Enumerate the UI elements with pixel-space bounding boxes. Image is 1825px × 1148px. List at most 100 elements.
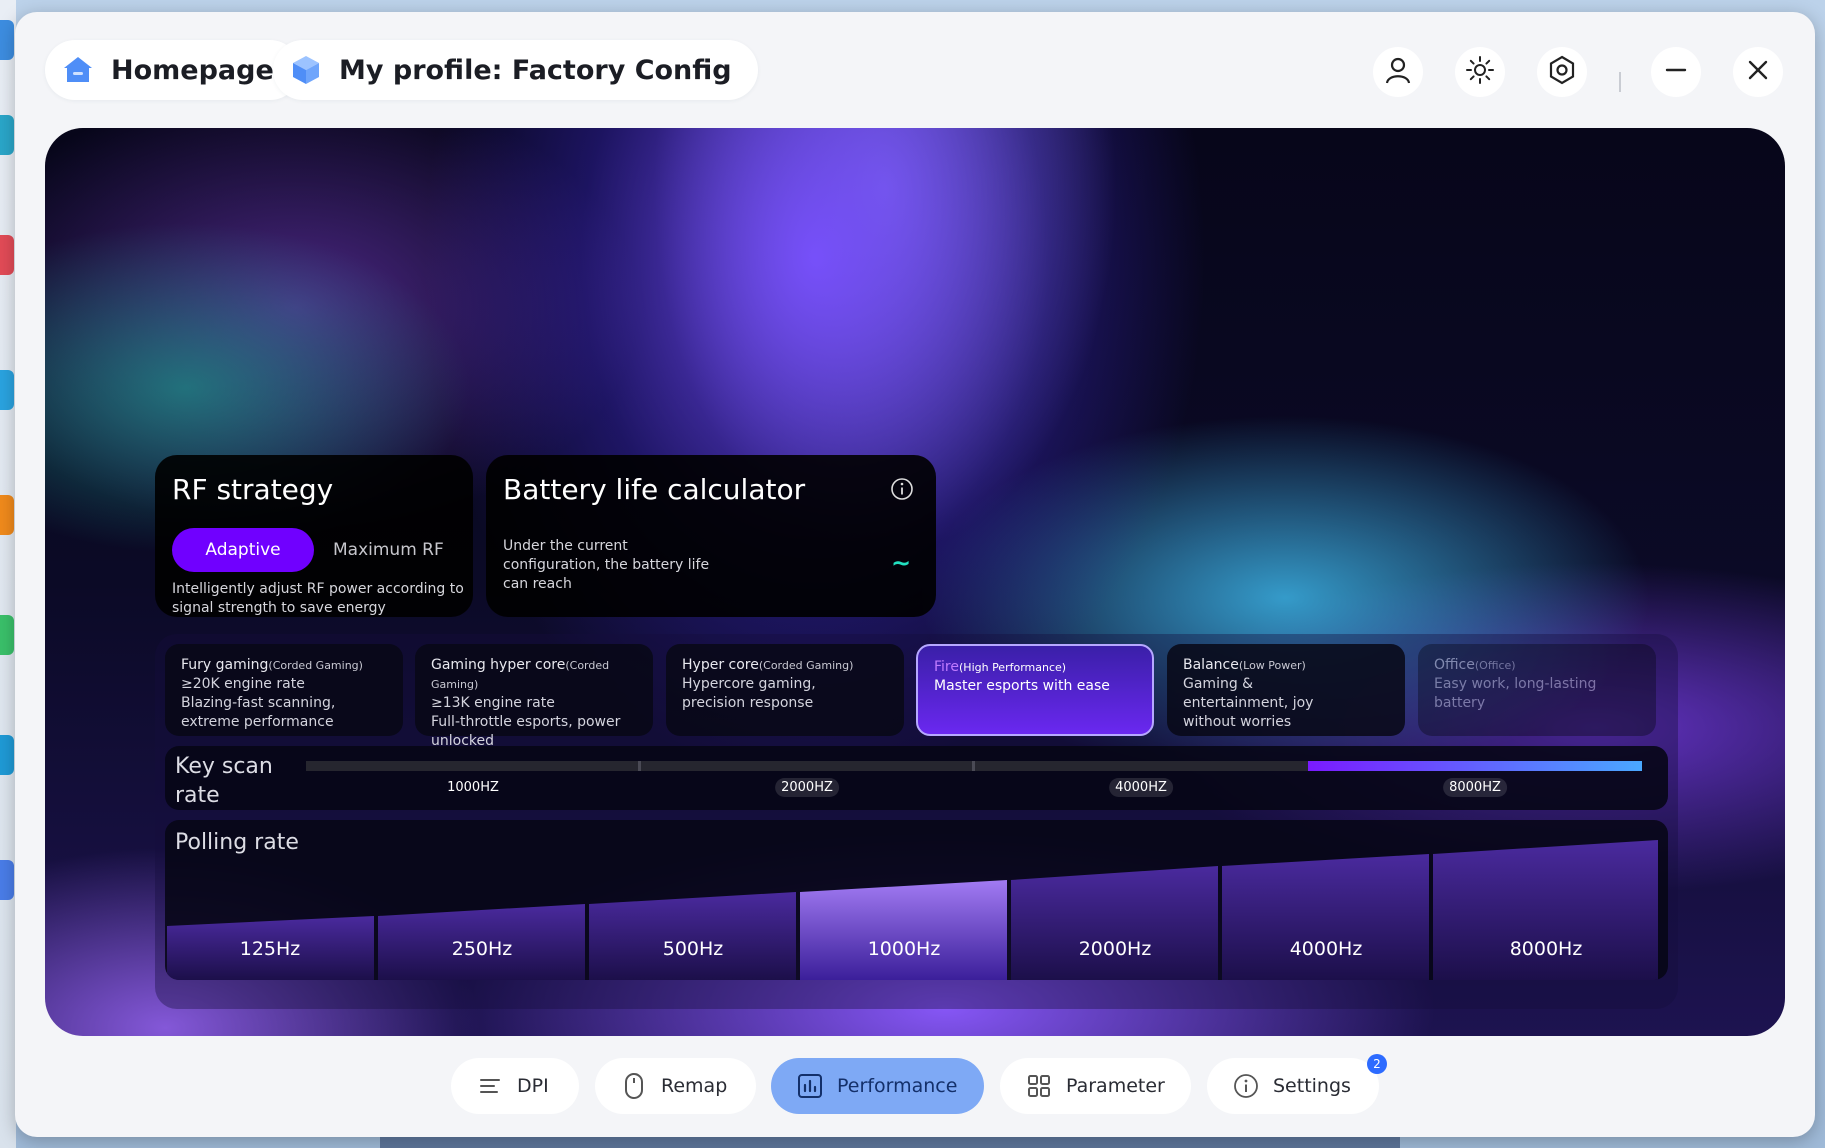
desktop-app-icon[interactable]	[0, 735, 14, 775]
mode-card-balance[interactable]: Balance(Low Power) Gaming & entertainmen…	[1167, 644, 1405, 736]
desktop-app-icon[interactable]	[0, 495, 14, 535]
nav-remap-label: Remap	[661, 1075, 728, 1097]
user-icon	[1383, 55, 1413, 89]
performance-hero-panel: RF strategy Adaptive Maximum RF Intellig…	[45, 128, 1785, 1036]
rf-strategy-description: Intelligently adjust RF power according …	[172, 581, 464, 616]
mode-line: Gaming & entertainment, joy without worr…	[1183, 676, 1314, 730]
battery-value: ~	[891, 549, 912, 577]
scan-option-2000hz[interactable]: 2000HZ	[775, 778, 839, 797]
rf-strategy-title: RF strategy	[172, 473, 334, 506]
battery-calculator-card: Battery life calculator Under the curren…	[486, 455, 936, 617]
grid-icon	[1026, 1073, 1052, 1099]
nav-dpi-label: DPI	[517, 1075, 549, 1097]
close-icon	[1745, 57, 1771, 87]
taskbar-edge	[380, 1137, 1400, 1148]
minimize-button[interactable]	[1651, 47, 1701, 97]
minimize-icon	[1663, 57, 1689, 87]
desktop-app-icon[interactable]	[0, 115, 14, 155]
account-button[interactable]	[1373, 47, 1423, 97]
mode-line: Blazing-fast scanning, extreme performan…	[181, 695, 336, 730]
mode-name: Office	[1434, 657, 1475, 673]
performance-chart-icon	[797, 1073, 823, 1099]
mode-name: Balance	[1183, 657, 1239, 673]
nav-settings-label: Settings	[1273, 1075, 1351, 1097]
mode-name: Hyper core	[682, 657, 759, 673]
polling-rate-option[interactable]: 250Hz	[452, 938, 513, 960]
info-circle-icon	[1233, 1073, 1259, 1099]
cube-icon	[287, 51, 325, 89]
nav-remap[interactable]: Remap	[595, 1058, 756, 1114]
scan-option-4000hz[interactable]: 4000HZ	[1109, 778, 1173, 797]
mode-line: ≥13K engine rate	[431, 695, 555, 711]
polling-rate-labels: 125Hz 250Hz 500Hz 1000Hz 2000Hz 4000Hz 8…	[165, 938, 1668, 968]
device-settings-button[interactable]	[1537, 47, 1587, 97]
desktop-app-icon[interactable]	[0, 615, 14, 655]
mode-note: (Low Power)	[1238, 659, 1306, 672]
desktop-app-icon[interactable]	[0, 370, 14, 410]
bottom-navigation: DPI Remap Performance Parameter Settings…	[15, 1054, 1815, 1118]
nav-performance-label: Performance	[837, 1075, 958, 1097]
profile-label: My profile: Factory Config	[339, 54, 732, 86]
mode-card-office: Office(Office) Easy work, long-lasting b…	[1418, 644, 1656, 736]
settings-notification-badge: 2	[1367, 1054, 1387, 1074]
mode-name: Fire	[934, 659, 959, 675]
rf-strategy-card: RF strategy Adaptive Maximum RF Intellig…	[155, 455, 473, 617]
home-icon	[59, 51, 97, 89]
polling-rate-option[interactable]: 500Hz	[663, 938, 724, 960]
mode-line: Easy work, long-lasting battery	[1434, 676, 1597, 711]
mode-card-fire[interactable]: Fire(High Performance) Master esports wi…	[916, 644, 1154, 736]
mode-note: (Office)	[1474, 659, 1516, 672]
mode-card-hyper-core[interactable]: Hyper core(Corded Gaming) Hypercore gami…	[666, 644, 904, 736]
mode-name: Gaming hyper core	[431, 657, 566, 673]
mode-card-fury-gaming[interactable]: Fury gaming(Corded Gaming) ≥20K engine r…	[165, 644, 403, 736]
nav-settings[interactable]: Settings	[1207, 1058, 1379, 1114]
app-window: Homepage My profile: Factory Config RF s…	[15, 12, 1815, 1137]
key-scan-rate-fill	[1308, 761, 1642, 771]
profile-selector[interactable]: My profile: Factory Config	[273, 40, 758, 100]
mode-note: (Corded Gaming)	[758, 659, 854, 672]
mode-note: (High Performance)	[959, 661, 1067, 674]
dpi-icon	[477, 1073, 503, 1099]
polling-rate-control: Polling rate 125Hz 250Hz 500Hz 1000Hz 20…	[165, 820, 1668, 980]
key-scan-rate-track[interactable]	[306, 761, 1642, 771]
mode-card-gaming-hyper-core[interactable]: Gaming hyper core(Corded Gaming) ≥13K en…	[415, 644, 653, 749]
nav-performance[interactable]: Performance	[771, 1058, 984, 1114]
desktop-app-icon[interactable]	[0, 860, 14, 900]
scan-tick	[972, 761, 975, 771]
hexagon-settings-icon	[1547, 55, 1577, 89]
desktop-app-icon[interactable]	[0, 235, 14, 275]
homepage-button[interactable]: Homepage	[45, 40, 300, 100]
polling-rate-option[interactable]: 4000Hz	[1290, 938, 1363, 960]
battery-description: Under the current configuration, the bat…	[503, 538, 710, 592]
desktop-app-icon[interactable]	[0, 20, 14, 60]
scan-option-8000hz[interactable]: 8000HZ	[1443, 778, 1507, 797]
battery-calculator-title: Battery life calculator	[503, 473, 806, 506]
mode-line: Master esports with ease	[934, 678, 1110, 694]
mouse-icon	[621, 1073, 647, 1099]
brightness-button[interactable]	[1455, 47, 1505, 97]
homepage-label: Homepage	[111, 54, 274, 86]
nav-parameter-label: Parameter	[1066, 1075, 1165, 1097]
polling-rate-option[interactable]: 2000Hz	[1079, 938, 1152, 960]
key-scan-rate-control: Key scan rate 1000HZ 2000HZ 4000HZ 8000H…	[165, 746, 1668, 810]
desktop-background-strip	[0, 0, 16, 1148]
performance-settings-area: Fury gaming(Corded Gaming) ≥20K engine r…	[155, 634, 1678, 1009]
mode-note: (Corded Gaming)	[268, 659, 363, 672]
scan-option-1000hz[interactable]: 1000HZ	[441, 778, 505, 797]
nav-dpi[interactable]: DPI	[451, 1058, 579, 1114]
mode-line: Hypercore gaming, precision response	[682, 676, 816, 711]
mode-line: ≥20K engine rate	[181, 676, 305, 692]
polling-rate-option[interactable]: 8000Hz	[1510, 938, 1583, 960]
close-button[interactable]	[1733, 47, 1783, 97]
key-scan-rate-label: Key scan rate	[175, 754, 273, 808]
toolbar-divider	[1619, 72, 1621, 92]
polling-rate-option[interactable]: 125Hz	[240, 938, 301, 960]
nav-parameter[interactable]: Parameter	[1000, 1058, 1191, 1114]
rf-maximum-option[interactable]: Maximum RF	[333, 528, 444, 572]
top-bar: Homepage My profile: Factory Config	[15, 12, 1815, 128]
brightness-icon	[1465, 55, 1495, 89]
rf-adaptive-option[interactable]: Adaptive	[172, 528, 314, 572]
polling-rate-option[interactable]: 1000Hz	[868, 938, 941, 960]
info-icon[interactable]	[890, 477, 914, 501]
scan-tick	[638, 761, 641, 771]
